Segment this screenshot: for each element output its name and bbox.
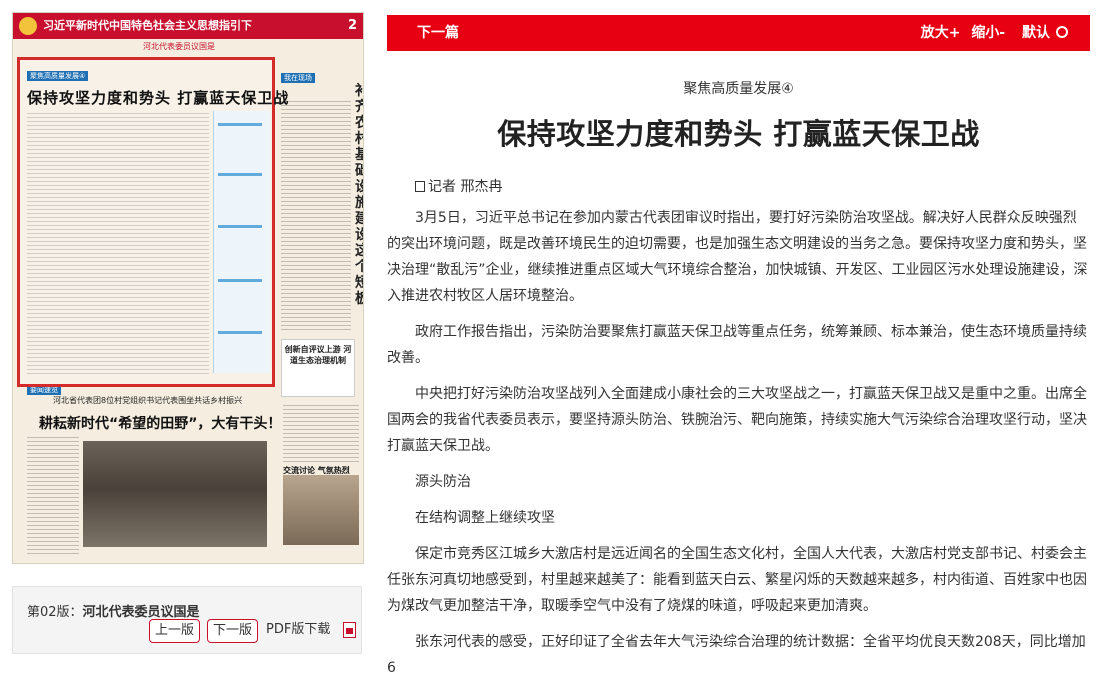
reset-label: 默认 (1022, 25, 1050, 41)
article-body: 3月5日，习近平总书记在参加内蒙古代表团审议时指出，要打好污染防治攻坚战。解决好… (387, 205, 1090, 691)
pdf-download-link[interactable]: PDF版下载 (266, 619, 330, 641)
zoom-in-button[interactable]: 放大+ (921, 25, 961, 41)
article-paragraph: 中央把打好污染防治攻坚战列入全面建成小康社会的三大攻坚战之一，打赢蓝天保卫战又是… (387, 386, 1087, 454)
thumbnail-kicker: 聚焦高质量发展④ (27, 71, 89, 81)
thumbnail-headline[interactable]: 保持攻坚力度和势头 打赢蓝天保卫战 (27, 87, 289, 108)
font-size-tools: 放大+ 缩小- 默认 (915, 15, 1068, 51)
article-paragraph: 政府工作报告指出，污染防治要聚焦打赢蓝天保卫战等重点任务，统筹兼顾、标本兼治，使… (387, 324, 1087, 366)
byline-icon (415, 180, 425, 192)
thumbnail-photo-caption: 交流讨论 气氛热烈 (283, 466, 350, 475)
article-subheading: 在结构调整上继续攻坚 (415, 510, 555, 526)
emblem-icon (19, 17, 37, 35)
thumbnail-section-tag: 我在现场 (281, 73, 315, 83)
page-label: 第02版：河北代表委员议国是 (27, 601, 200, 620)
article-byline: 记者 邢杰冉 (415, 176, 502, 196)
page-info-panel: 第02版：河北代表委员议国是 上一版 下一版 PDF版下载 (12, 586, 362, 654)
page-label-prefix: 第02版： (27, 605, 83, 620)
thumbnail-subtitle: 河北代表委员议国是 (143, 42, 215, 51)
article-paragraph: 保定市竞秀区江城乡大激店村是远近闻名的全国生态文化村，全国人大代表，大激店村党支… (387, 546, 1087, 614)
thumbnail-banner-text: 习近平新时代中国特色社会主义思想指引下 (43, 19, 252, 32)
thumbnail-text-block (281, 101, 351, 331)
thumbnail-text-block (283, 405, 359, 465)
newspaper-page-thumbnail[interactable]: 习近平新时代中国特色社会主义思想指引下 2 河北代表委员议国是 我在现场 要闻速… (12, 12, 364, 564)
reset-icon (1056, 26, 1068, 38)
thumbnail-second-subhead: 河北省代表团8位村党组织书记代表围坐共话乡村振兴 (53, 396, 243, 405)
article-title: 保持攻坚力度和势头 打赢蓝天保卫战 (497, 117, 980, 151)
page-label-name[interactable]: 河北代表委员议国是 (83, 605, 200, 620)
thumbnail-second-headline[interactable]: 耕耘新时代“希望的田野”，大有干头！ (39, 413, 281, 433)
prev-page-button[interactable]: 上一版 (149, 619, 201, 643)
thumbnail-page-number: 2 (347, 18, 357, 33)
article-toolbar: 下一篇 放大+ 缩小- 默认 (387, 15, 1090, 51)
pdf-icon[interactable] (343, 622, 356, 638)
reset-button[interactable]: 默认 (1016, 25, 1068, 41)
thumbnail-vertical-headline: 补齐农村基础设施建设这个短板 (355, 83, 363, 307)
thumbnail-box-title: 创新自评议上游 河道生态治理机制 (281, 339, 355, 397)
article-paragraph: 3月5日，习近平总书记在参加内蒙古代表团审议时指出，要打好污染防治攻坚战。解决好… (387, 210, 1088, 304)
byline-text: 记者 邢杰冉 (428, 179, 503, 195)
thumbnail-text-block (27, 437, 79, 555)
zoom-out-button[interactable]: 缩小- (971, 25, 1005, 41)
thumbnail-banner: 习近平新时代中国特色社会主义思想指引下 (13, 13, 363, 39)
thumbnail-photo (283, 475, 359, 545)
next-article-link[interactable]: 下一篇 (417, 15, 459, 51)
thumbnail-photo (83, 441, 267, 547)
next-page-button[interactable]: 下一版 (207, 619, 259, 643)
article-paragraph: 张东河代表的感受，正好印证了全省去年大气污染综合治理的统计数据：全省平均优良天数… (387, 634, 1086, 676)
article-kicker: 聚焦高质量发展④ (683, 81, 794, 97)
article-subheading: 源头防治 (415, 474, 471, 490)
